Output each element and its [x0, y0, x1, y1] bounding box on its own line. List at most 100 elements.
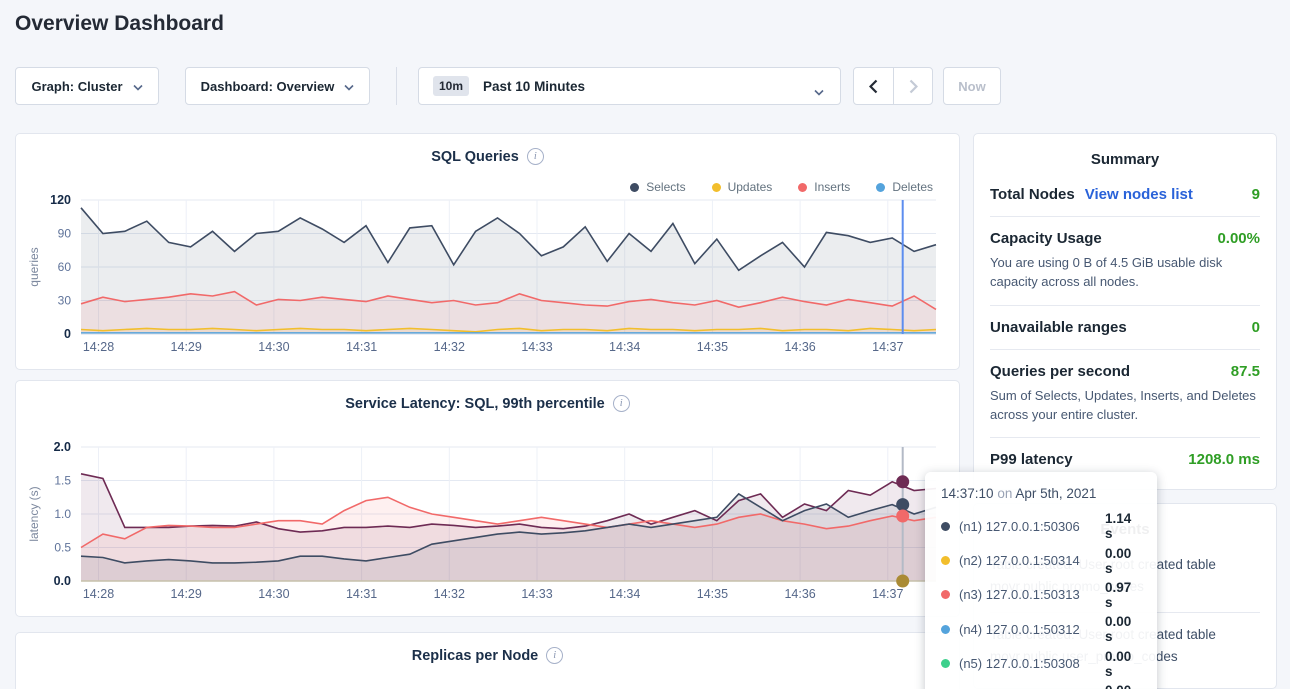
summary-row-value: 87.5 [1231, 363, 1260, 380]
svg-text:14:37: 14:37 [872, 587, 903, 601]
tooltip-node-row: (n5) 127.0.0.1:50308 0.00 s [925, 647, 1157, 681]
summary-row-label: Capacity Usage [990, 230, 1102, 247]
node-color-dot-icon [941, 659, 950, 668]
tooltip-node-row: (n6) 127.0.0.1:50310 0.00 s [925, 681, 1157, 689]
chart-title-row: SQL Queries i [16, 148, 959, 165]
time-range-label: Past 10 Minutes [483, 79, 585, 94]
chevron-down-icon [344, 79, 354, 94]
summary-row-value: 9 [1252, 186, 1260, 203]
info-icon[interactable]: i [546, 647, 563, 664]
tooltip-node-rows: (n1) 127.0.0.1:50306 1.14 s (n2) 127.0.0… [925, 509, 1157, 689]
svg-text:14:33: 14:33 [521, 587, 552, 601]
svg-text:60: 60 [58, 260, 72, 274]
svg-text:14:36: 14:36 [784, 340, 815, 354]
svg-text:14:28: 14:28 [83, 340, 114, 354]
overview-dashboard-page: Overview Dashboard Graph: Cluster Dashbo… [0, 0, 1290, 689]
svg-text:30: 30 [58, 294, 72, 308]
node-color-dot-icon [941, 522, 950, 531]
svg-text:14:30: 14:30 [258, 587, 289, 601]
svg-text:queries: queries [27, 247, 41, 286]
svg-text:14:35: 14:35 [697, 587, 728, 601]
service-latency-chart-card: Service Latency: SQL, 99th percentile i … [15, 380, 960, 617]
summary-title: Summary [974, 134, 1276, 173]
tooltip-node-row: (n1) 127.0.0.1:50306 1.14 s [925, 509, 1157, 543]
chart-title-row: Replicas per Node i [16, 647, 959, 664]
svg-text:14:37: 14:37 [872, 340, 903, 354]
node-color-dot-icon [941, 590, 950, 599]
summary-row-label: Unavailable ranges [990, 319, 1127, 336]
view-nodes-list-link[interactable]: View nodes list [1085, 186, 1193, 203]
dashboard-dropdown-label: Dashboard: Overview [201, 79, 335, 94]
time-range-selector[interactable]: 10m Past 10 Minutes [418, 67, 841, 105]
toolbar-divider [396, 67, 397, 105]
sql-queries-chart-card: SQL Queries i Selects Updates Inserts De… [15, 133, 960, 370]
time-range-badge: 10m [433, 76, 469, 96]
chart-title-row: Service Latency: SQL, 99th percentile i [16, 395, 959, 412]
info-icon[interactable]: i [613, 395, 630, 412]
tooltip-node-address: (n5) 127.0.0.1:50308 [959, 656, 1105, 671]
svg-text:14:29: 14:29 [171, 587, 202, 601]
tooltip-node-row: (n2) 127.0.0.1:50314 0.00 s [925, 543, 1157, 577]
tooltip-node-value: 0.00 s [1105, 649, 1141, 679]
chart-title: SQL Queries [431, 149, 519, 165]
tooltip-node-row: (n4) 127.0.0.1:50312 0.00 s [925, 612, 1157, 646]
svg-text:1.0: 1.0 [54, 507, 71, 521]
summary-row-total-nodes: Total Nodes View nodes list 9 [990, 173, 1260, 217]
summary-row-label: P99 latency [990, 451, 1073, 468]
svg-text:0: 0 [64, 327, 71, 341]
sql-queries-chart[interactable]: 030609012014:2814:2914:3014:3114:3214:33… [16, 184, 960, 362]
tooltip-node-value: 0.00 s [1105, 546, 1141, 576]
chart-title: Service Latency: SQL, 99th percentile [345, 396, 605, 412]
tooltip-time: 14:37:10 [941, 486, 994, 501]
tooltip-node-address: (n4) 127.0.0.1:50312 [959, 622, 1105, 637]
service-latency-chart[interactable]: 0.00.51.01.52.014:2814:2914:3014:3114:32… [16, 431, 960, 609]
tooltip-node-value: 0.97 s [1105, 580, 1141, 610]
svg-text:14:32: 14:32 [434, 587, 465, 601]
tooltip-timestamp: 14:37:10 on Apr 5th, 2021 [925, 484, 1157, 509]
replicas-per-node-chart-card: Replicas per Node i [15, 632, 960, 689]
summary-row-value: 0 [1252, 319, 1260, 336]
now-button[interactable]: Now [943, 67, 1001, 105]
svg-text:14:33: 14:33 [521, 340, 552, 354]
graph-dropdown-label: Graph: Cluster [31, 79, 122, 94]
tooltip-node-value: 1.14 s [1105, 511, 1141, 541]
dashboard-dropdown[interactable]: Dashboard: Overview [185, 67, 370, 105]
node-color-dot-icon [941, 625, 950, 634]
svg-text:14:28: 14:28 [83, 587, 114, 601]
graph-dropdown[interactable]: Graph: Cluster [15, 67, 159, 105]
svg-text:2.0: 2.0 [54, 440, 71, 454]
chart-title: Replicas per Node [412, 648, 539, 664]
summary-row-subtext: Sum of Selects, Updates, Inserts, and De… [990, 387, 1260, 425]
tooltip-node-value: 0.00 s [1105, 614, 1141, 644]
svg-text:120: 120 [50, 193, 71, 207]
svg-text:14:36: 14:36 [784, 587, 815, 601]
summary-row-value: 0.00% [1217, 230, 1260, 247]
svg-text:90: 90 [58, 227, 72, 241]
info-icon[interactable]: i [527, 148, 544, 165]
tooltip-node-row: (n3) 127.0.0.1:50313 0.97 s [925, 578, 1157, 612]
time-step-back-button[interactable] [854, 68, 893, 104]
summary-row-unavailable-ranges: Unavailable ranges 0 [990, 306, 1260, 350]
time-step-forward-button[interactable] [893, 68, 932, 104]
tooltip-node-value: 0.00 s [1105, 683, 1141, 689]
svg-text:14:29: 14:29 [171, 340, 202, 354]
tooltip-date: Apr 5th, 2021 [1015, 486, 1096, 501]
summary-body: Total Nodes View nodes list 9 Capacity U… [974, 173, 1276, 481]
chart-hover-tooltip: 14:37:10 on Apr 5th, 2021 (n1) 127.0.0.1… [925, 472, 1157, 689]
summary-row-value: 1208.0 ms [1188, 451, 1260, 468]
tooltip-node-address: (n2) 127.0.0.1:50314 [959, 553, 1105, 568]
svg-text:14:31: 14:31 [346, 587, 377, 601]
tooltip-node-address: (n1) 127.0.0.1:50306 [959, 519, 1105, 534]
summary-row-capacity-usage: Capacity Usage 0.00% You are using 0 B o… [990, 217, 1260, 306]
svg-text:14:34: 14:34 [609, 340, 640, 354]
page-title: Overview Dashboard [15, 12, 224, 36]
svg-text:1.5: 1.5 [54, 474, 71, 488]
node-color-dot-icon [941, 556, 950, 565]
svg-text:0.0: 0.0 [54, 574, 71, 588]
svg-text:14:35: 14:35 [697, 340, 728, 354]
summary-row-label: Total Nodes [990, 186, 1075, 203]
summary-row-queries-per-second: Queries per second 87.5 Sum of Selects, … [990, 350, 1260, 439]
svg-text:14:31: 14:31 [346, 340, 377, 354]
summary-panel: Summary Total Nodes View nodes list 9 Ca… [973, 133, 1277, 490]
tooltip-node-address: (n3) 127.0.0.1:50313 [959, 587, 1105, 602]
